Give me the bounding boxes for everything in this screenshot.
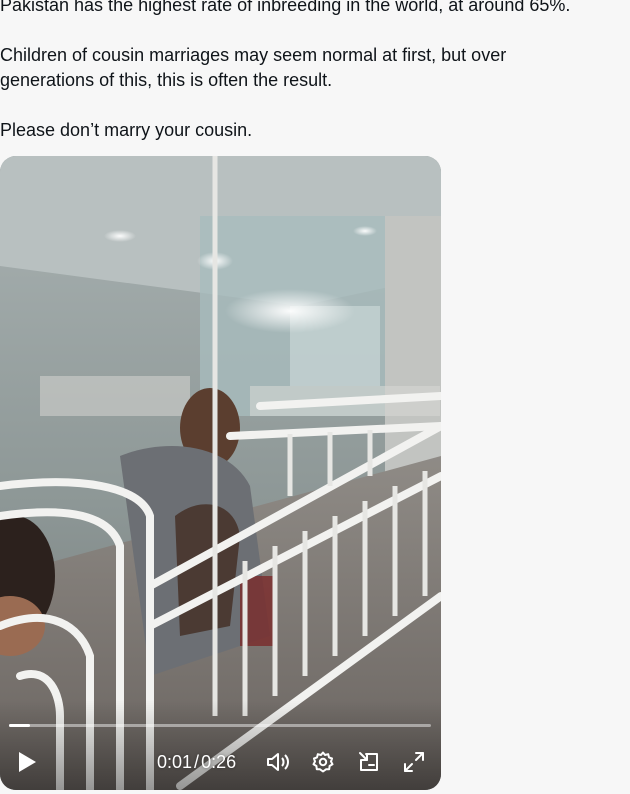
settings-button[interactable]: [309, 748, 337, 776]
post-text-line-2a: Children of cousin marriages may seem no…: [0, 45, 507, 65]
video-timestamp: 0:01/0:26: [157, 750, 236, 774]
gear-icon: [312, 751, 334, 773]
post-text-line-3: Please don’t marry your cousin.: [0, 120, 253, 140]
picture-in-picture-icon: [359, 752, 378, 771]
video-player[interactable]: 0:01/0:26: [0, 156, 441, 790]
current-time: 0:01: [157, 752, 193, 772]
post-text-line-1: Pakistan has the highest rate of inbreed…: [0, 0, 571, 15]
video-progress-fill: [9, 724, 31, 727]
volume-icon: [267, 753, 289, 771]
video-progress-bar[interactable]: [9, 724, 431, 727]
post-text-line-2b: generations of this, this is often the r…: [0, 70, 333, 90]
picture-in-picture-button[interactable]: [355, 748, 383, 776]
video-frame: [0, 156, 441, 790]
video-controls-overlay: [0, 700, 441, 790]
fullscreen-icon: [404, 752, 424, 772]
post-text-paragraph-2: Children of cousin marriages may seem no…: [0, 43, 630, 93]
duration: 0:26: [201, 752, 237, 772]
play-button[interactable]: [13, 748, 41, 776]
play-icon: [19, 752, 36, 772]
volume-button[interactable]: [264, 748, 292, 776]
fullscreen-button[interactable]: [400, 748, 428, 776]
post-text: Pakistan has the highest rate of inbreed…: [0, 0, 630, 143]
time-separator: /: [194, 752, 200, 772]
